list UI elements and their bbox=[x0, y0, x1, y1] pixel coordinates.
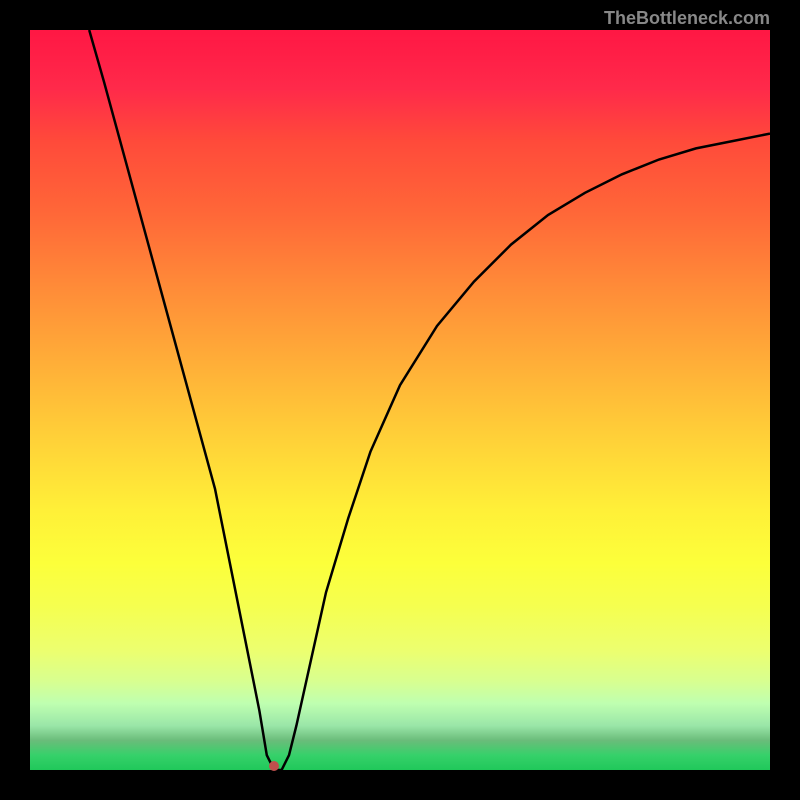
chart-container: TheBottleneck.com bbox=[0, 0, 800, 800]
plot-area bbox=[30, 30, 770, 770]
watermark-text: TheBottleneck.com bbox=[604, 8, 770, 29]
bottleneck-curve bbox=[30, 30, 770, 770]
minimum-marker bbox=[269, 761, 279, 771]
